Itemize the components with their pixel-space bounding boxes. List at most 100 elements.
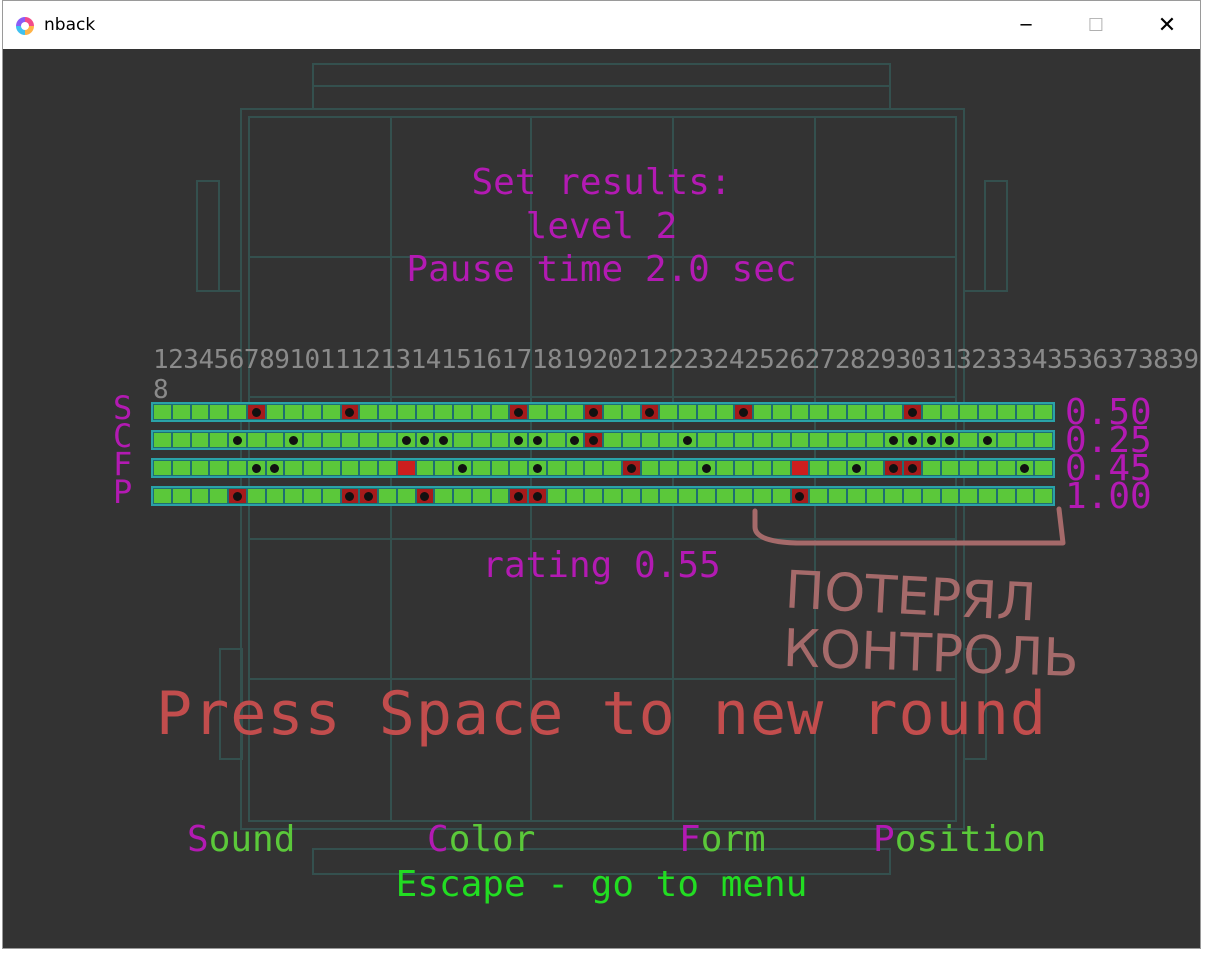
- trial-cell: [997, 405, 1015, 419]
- trial-cell: [660, 433, 677, 447]
- maximize-button[interactable]: ☐: [1061, 1, 1131, 49]
- trial-cell: [979, 461, 996, 475]
- trial-cell: [191, 461, 209, 475]
- trial-cell: [997, 489, 1015, 503]
- trial-cell: [716, 405, 734, 419]
- trial-cell: [472, 405, 490, 419]
- trial-cell: [379, 461, 396, 475]
- trial-cell: [529, 433, 546, 447]
- trial-cell: [810, 405, 827, 419]
- trial-cell: [360, 461, 377, 475]
- trial-cell: [679, 489, 696, 503]
- trial-cell: [979, 405, 996, 419]
- trial-cell: [154, 461, 171, 475]
- trial-cell: [716, 433, 734, 447]
- trial-cell: [641, 433, 659, 447]
- trial-cell: [529, 461, 546, 475]
- trial-cell: [810, 433, 827, 447]
- trial-cell: [904, 461, 921, 475]
- trial-cell: [416, 489, 434, 503]
- trial-cell: [1016, 405, 1034, 419]
- trial-cell: [922, 489, 940, 503]
- trial-cell: [266, 489, 284, 503]
- trial-cell: [622, 433, 640, 447]
- trial-cell: [960, 489, 977, 503]
- trial-cell: [847, 405, 865, 419]
- trial-cell: [604, 489, 621, 503]
- trial-cell: [379, 489, 396, 503]
- row-score: 1.00: [1065, 476, 1152, 517]
- trial-cell: [941, 433, 959, 447]
- trial-cell: [1035, 489, 1052, 503]
- legend-key-letter: C: [427, 819, 449, 860]
- trial-cell: [266, 433, 284, 447]
- trial-cell: [904, 433, 921, 447]
- trial-cell: [285, 489, 302, 503]
- trial-cell: [229, 405, 246, 419]
- handwritten-annotation: [752, 506, 1066, 546]
- trial-cell: [866, 405, 884, 419]
- trial-cell: [304, 433, 321, 447]
- legend-item: Position: [873, 819, 1046, 860]
- trial-cell: [210, 405, 227, 419]
- trial-cell: [922, 433, 940, 447]
- results-heading: Set results:: [471, 162, 732, 203]
- trial-cell: [679, 433, 696, 447]
- trial-cell: [660, 489, 677, 503]
- trial-cell: [322, 433, 340, 447]
- trial-cell: [529, 405, 546, 419]
- trial-cell: [379, 433, 396, 447]
- legend-key-letter: S: [187, 819, 209, 860]
- game-canvas[interactable]: Set results: level 2 Pause time 2.0 sec …: [3, 49, 1200, 948]
- trial-cell: [735, 489, 752, 503]
- trial-cell: [247, 405, 265, 419]
- trial-cell: [829, 461, 846, 475]
- trial-cell: [1035, 433, 1052, 447]
- trial-cell: [660, 405, 677, 419]
- trial-cell: [266, 405, 284, 419]
- app-window: nback ─ ☐ ✕ Set results: level 2 Pause t…: [2, 0, 1201, 949]
- trial-cell: [547, 405, 565, 419]
- legend-key-rest: olor: [448, 819, 536, 860]
- minimize-button[interactable]: ─: [991, 1, 1061, 49]
- trial-cell: [304, 461, 321, 475]
- trial-cell: [510, 461, 527, 475]
- trial-cell: [604, 433, 621, 447]
- trial-cell: [172, 461, 190, 475]
- trial-cell: [885, 433, 902, 447]
- trial-cell: [979, 489, 996, 503]
- title-bar[interactable]: nback ─ ☐ ✕: [3, 1, 1200, 49]
- trial-cell: [829, 405, 846, 419]
- trial-cell: [397, 461, 415, 475]
- trial-cell: [285, 433, 302, 447]
- trial-cell: [885, 461, 902, 475]
- trial-cell: [847, 461, 865, 475]
- trial-cell: [304, 405, 321, 419]
- trial-cell: [566, 433, 584, 447]
- trial-cell: [960, 461, 977, 475]
- trial-cell: [941, 489, 959, 503]
- trial-cell: [416, 405, 434, 419]
- trial-cell: [397, 489, 415, 503]
- trial-cell: [247, 433, 265, 447]
- trial-cell: [1035, 461, 1052, 475]
- trial-cell: [922, 405, 940, 419]
- legend-item: Color: [427, 819, 535, 860]
- trial-cell: [491, 489, 509, 503]
- trial-cell: [585, 461, 602, 475]
- trial-cell: [210, 489, 227, 503]
- trial-cell: [172, 489, 190, 503]
- trial-cell: [716, 461, 734, 475]
- trial-cell: [735, 433, 752, 447]
- trial-cell: [229, 433, 246, 447]
- trial-cell: [547, 461, 565, 475]
- trial-cell: [585, 489, 602, 503]
- trial-cell: [360, 405, 377, 419]
- trial-cell: [454, 489, 471, 503]
- trial-cell: [322, 405, 340, 419]
- trial-cell: [697, 405, 715, 419]
- trial-cell: [735, 405, 752, 419]
- level-text: level 2: [525, 206, 678, 247]
- close-button[interactable]: ✕: [1132, 1, 1202, 49]
- trial-cell: [847, 433, 865, 447]
